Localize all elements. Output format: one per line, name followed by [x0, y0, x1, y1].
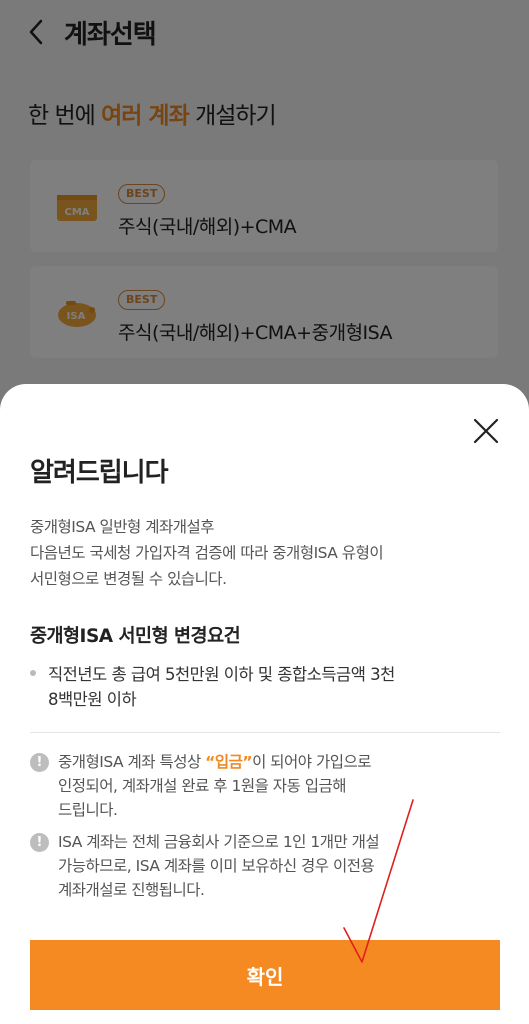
close-button[interactable] — [469, 414, 503, 448]
confirm-button[interactable]: 확인 — [30, 940, 500, 1010]
requirement-item: 직전년도 총 급여 5천만원 이하 및 종합소득금액 3천 8백만원 이하 — [30, 662, 500, 712]
requirement-line: 직전년도 총 급여 5천만원 이하 및 종합소득금액 3천 — [48, 665, 395, 684]
notice-item-deposit: ! 중개형ISA 계좌 특성상 “입금”이 되어야 가입으로 인정되어, 계좌개… — [30, 750, 500, 822]
notice-line: 인정되어, 계좌개설 완료 후 1원을 자동 입금해 — [58, 777, 347, 795]
requirement-text: 직전년도 총 급여 5천만원 이하 및 종합소득금액 3천 8백만원 이하 — [48, 662, 500, 712]
modal-title: 알려드립니다 — [30, 458, 169, 488]
description-line: 다음년도 국세청 가입자격 검증에 따라 중개형ISA 유형이 — [30, 544, 384, 562]
notice-text: ISA 계좌는 전체 금융회사 기준으로 1인 1개만 개설 가능하므로, IS… — [58, 830, 500, 902]
notice-line: 가능하므로, ISA 계좌를 이미 보유하신 경우 이전용 — [58, 857, 375, 875]
exclamation-icon: ! — [30, 753, 49, 772]
page: 계좌선택 한 번에 여러 계좌 개설하기 CMA BEST 주식(국내/해외)+… — [0, 0, 529, 1024]
notice-bottom-sheet: 알려드립니다 중개형ISA 일반형 계좌개설후 다음년도 국세청 가입자격 검증… — [0, 384, 529, 1024]
description-line: 중개형ISA 일반형 계좌개설후 — [30, 518, 215, 536]
notice-line: ISA 계좌는 전체 금융회사 기준으로 1인 1개만 개설 — [58, 833, 380, 851]
exclamation-icon: ! — [30, 833, 49, 852]
divider — [30, 732, 500, 733]
requirement-line: 8백만원 이하 — [48, 690, 137, 709]
notice-text-part: 이 되어야 가입으로 — [252, 753, 372, 771]
description-line: 서민형으로 변경될 수 있습니다. — [30, 570, 227, 588]
modal-description: 중개형ISA 일반형 계좌개설후 다음년도 국세청 가입자격 검증에 따라 중개… — [30, 514, 500, 592]
notice-text: 중개형ISA 계좌 특성상 “입금”이 되어야 가입으로 인정되어, 계좌개설 … — [58, 750, 500, 822]
notice-line: 드립니다. — [58, 801, 118, 819]
bullet-icon — [30, 670, 36, 676]
close-icon — [473, 418, 499, 444]
notice-line: 중개형ISA 계좌 특성상 “입금”이 되어야 가입으로 — [58, 750, 500, 774]
notice-emphasis: “입금” — [205, 753, 253, 771]
notice-line: 계좌개설로 진행됩니다. — [58, 881, 205, 899]
notice-item-isa-limit: ! ISA 계좌는 전체 금융회사 기준으로 1인 1개만 개설 가능하므로, … — [30, 830, 500, 902]
notice-text-part: 중개형ISA 계좌 특성상 — [58, 753, 206, 771]
requirements-heading: 중개형ISA 서민형 변경요건 — [30, 626, 241, 647]
